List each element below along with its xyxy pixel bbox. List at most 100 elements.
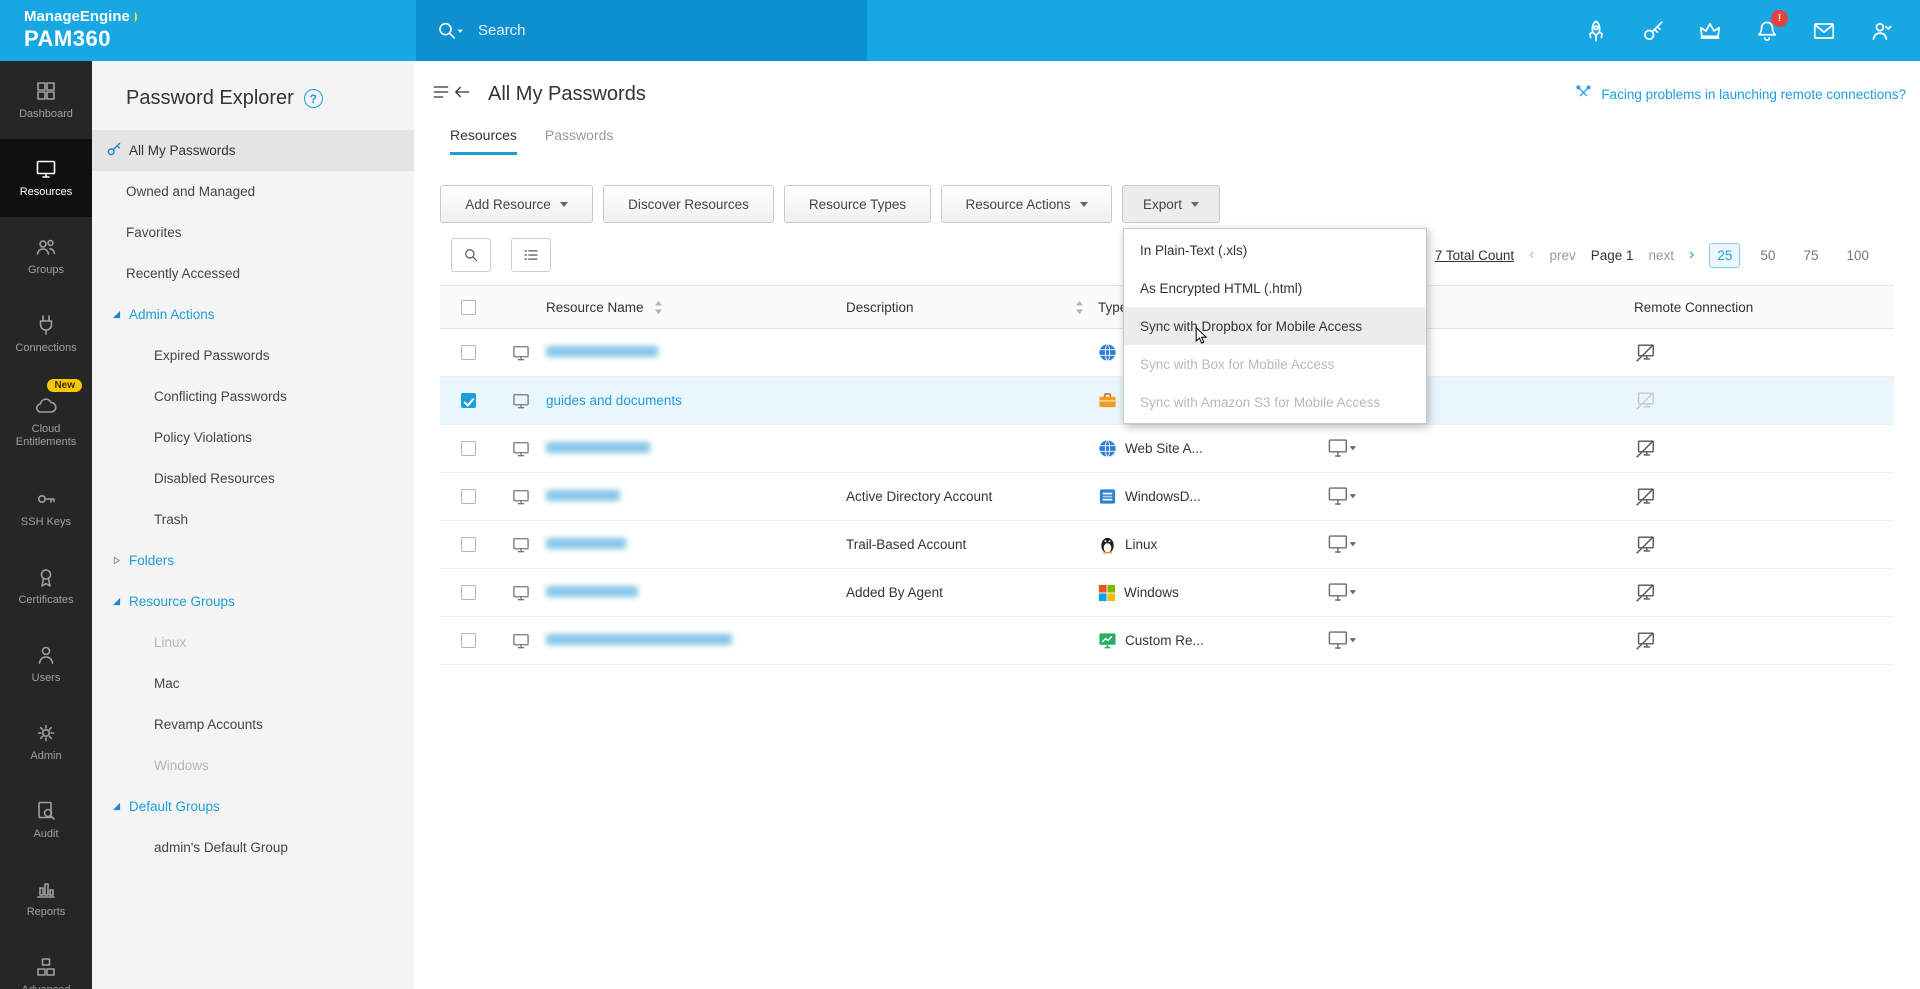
sidebar-item-groups[interactable]: Groups — [0, 217, 92, 295]
explorer-item-disabled-resources[interactable]: Disabled Resources — [92, 458, 414, 499]
row-checkbox[interactable] — [461, 393, 476, 408]
table-row[interactable]: Web Site A... — [440, 425, 1894, 473]
row-checkbox[interactable] — [461, 345, 476, 360]
add-resource-button[interactable]: Add Resource — [440, 185, 593, 223]
explorer-item-trash[interactable]: Trash — [92, 499, 414, 540]
table-row[interactable]: Custom Re... — [440, 617, 1894, 665]
column-resource-name[interactable]: Resource Name — [546, 300, 644, 315]
sidebar-item-resources[interactable]: Resources — [0, 139, 92, 217]
explorer-item-linux[interactable]: Linux — [92, 622, 414, 663]
tab-passwords[interactable]: Passwords — [545, 127, 613, 155]
remote-connection-icon[interactable] — [1398, 630, 1894, 652]
sidebar-item-certificates[interactable]: Certificates — [0, 547, 92, 625]
page-size-75[interactable]: 75 — [1795, 243, 1826, 268]
connection-dropdown-icon[interactable] — [1288, 486, 1398, 507]
table-row[interactable]: Trail-Based Account Linux — [440, 521, 1894, 569]
row-checkbox[interactable] — [461, 585, 476, 600]
sidebar-item-audit[interactable]: Audit — [0, 781, 92, 859]
row-checkbox[interactable] — [461, 489, 476, 504]
explorer-item-recently-accessed[interactable]: Recently Accessed — [92, 253, 414, 294]
resource-name-link[interactable]: guides and documents — [546, 393, 682, 408]
export-menu-item-in-plain-text-xls[interactable]: In Plain-Text (.xls) — [1124, 231, 1426, 269]
search-scope-icon[interactable] — [436, 20, 466, 42]
remote-connection-icon[interactable] — [1398, 438, 1894, 460]
search-filter-button[interactable] — [451, 238, 491, 272]
explorer-item-admin-s-default-group[interactable]: admin's Default Group — [92, 827, 414, 868]
export-button[interactable]: Export — [1122, 185, 1220, 223]
sidebar-item-cloud-entitlements[interactable]: NewCloud Entitlements — [0, 373, 92, 469]
sidebar-item-dashboard[interactable]: Dashboard — [0, 61, 92, 139]
rocket-icon[interactable] — [1583, 18, 1609, 44]
remote-connection-icon[interactable] — [1398, 390, 1894, 412]
table-row[interactable]: Added By Agent Windows — [440, 569, 1894, 617]
sidebar-item-connections[interactable]: Connections — [0, 295, 92, 373]
usercaret-icon[interactable] — [1868, 18, 1894, 44]
remote-connection-icon[interactable] — [1398, 582, 1894, 604]
connection-dropdown-icon[interactable] — [1288, 630, 1398, 651]
explorer-item-owned-and-managed[interactable]: Owned and Managed — [92, 171, 414, 212]
explorer-item-admin-actions[interactable]: Admin Actions — [92, 294, 414, 335]
next-button[interactable]: next — [1649, 248, 1675, 263]
resource-actions-button[interactable]: Resource Actions — [941, 185, 1112, 223]
brand-logo[interactable]: ManageEngine PAM360 — [24, 8, 137, 52]
explorer-item-policy-violations[interactable]: Policy Violations — [92, 417, 414, 458]
sidebar-item-admin[interactable]: Admin — [0, 703, 92, 781]
explorer-item-expired-passwords[interactable]: Expired Passwords — [92, 335, 414, 376]
key-icon[interactable] — [1640, 18, 1666, 44]
sidebar-item-users[interactable]: Users — [0, 625, 92, 703]
sidebar-item-advanced[interactable]: Advanced — [0, 937, 92, 989]
discover-resources-button[interactable]: Discover Resources — [603, 185, 774, 223]
remote-connection-icon[interactable] — [1398, 486, 1894, 508]
list-view-button[interactable] — [511, 238, 551, 272]
expand-triangle-icon[interactable] — [112, 556, 121, 565]
next-chevron-icon[interactable]: › — [1689, 246, 1694, 264]
collapse-triangle-icon[interactable] — [112, 310, 121, 319]
sidebar-item-ssh-keys[interactable]: SSH Keys — [0, 469, 92, 547]
row-checkbox[interactable] — [461, 633, 476, 648]
page-size-25[interactable]: 25 — [1709, 243, 1740, 268]
remote-connection-help-link[interactable]: Facing problems in launching remote conn… — [1574, 83, 1906, 105]
total-count-link[interactable]: 7 Total Count — [1435, 248, 1514, 263]
sort-icon[interactable] — [1075, 300, 1084, 315]
connection-dropdown-icon[interactable] — [1288, 534, 1398, 555]
page-size-50[interactable]: 50 — [1752, 243, 1783, 268]
row-checkbox[interactable] — [461, 537, 476, 552]
remote-connection-icon[interactable] — [1398, 534, 1894, 556]
prev-chevron-icon[interactable]: ‹ — [1529, 246, 1534, 264]
select-all-checkbox[interactable] — [461, 300, 476, 315]
help-icon[interactable]: ? — [304, 89, 323, 108]
collapse-panel-button[interactable] — [431, 82, 472, 107]
explorer-item-mac[interactable]: Mac — [92, 663, 414, 704]
resource-monitor-icon — [496, 439, 546, 459]
crown-icon[interactable] — [1697, 18, 1723, 44]
explorer-item-conflicting-passwords[interactable]: Conflicting Passwords — [92, 376, 414, 417]
sort-icon[interactable] — [654, 300, 663, 315]
page-size-100[interactable]: 100 — [1838, 243, 1877, 268]
hamburger-icon — [431, 82, 451, 107]
remote-connection-icon[interactable] — [1398, 342, 1894, 364]
table-row[interactable]: Active Directory Account WindowsD... — [440, 473, 1894, 521]
explorer-item-favorites[interactable]: Favorites — [92, 212, 414, 253]
mail-icon[interactable] — [1811, 18, 1837, 44]
export-menu-item-sync-with-dropbox-for-mobile-access[interactable]: Sync with Dropbox for Mobile Access — [1124, 307, 1426, 345]
explorer-item-folders[interactable]: Folders — [92, 540, 414, 581]
collapse-triangle-icon[interactable] — [112, 597, 121, 606]
connection-dropdown-icon[interactable] — [1288, 438, 1398, 459]
tab-bar: Resources Passwords — [450, 127, 1920, 155]
sidebar-item-reports[interactable]: Reports — [0, 859, 92, 937]
resource-types-button[interactable]: Resource Types — [784, 185, 931, 223]
explorer-item-windows[interactable]: Windows — [92, 745, 414, 786]
explorer-item-revamp-accounts[interactable]: Revamp Accounts — [92, 704, 414, 745]
prev-button[interactable]: prev — [1549, 248, 1575, 263]
bell-icon[interactable]: ! — [1754, 18, 1780, 44]
sidebar-item-label: Dashboard — [16, 108, 76, 121]
global-search-input[interactable]: Search — [416, 0, 867, 61]
row-checkbox[interactable] — [461, 441, 476, 456]
explorer-item-default-groups[interactable]: Default Groups — [92, 786, 414, 827]
explorer-item-all-my-passwords[interactable]: All My Passwords — [92, 130, 414, 171]
tab-resources[interactable]: Resources — [450, 127, 517, 155]
connection-dropdown-icon[interactable] — [1288, 582, 1398, 603]
export-menu-item-as-encrypted-html-html[interactable]: As Encrypted HTML (.html) — [1124, 269, 1426, 307]
collapse-triangle-icon[interactable] — [112, 802, 121, 811]
explorer-item-resource-groups[interactable]: Resource Groups — [92, 581, 414, 622]
